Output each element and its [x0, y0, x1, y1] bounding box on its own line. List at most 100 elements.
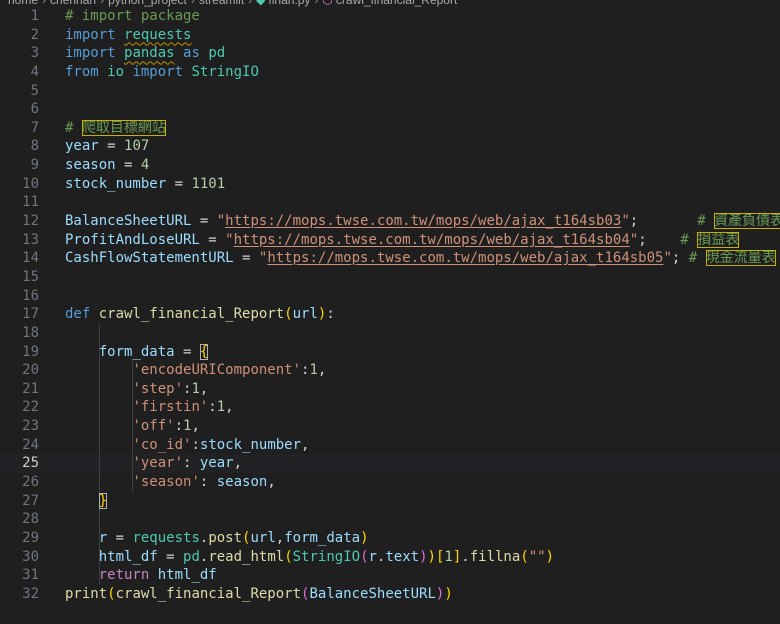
code-token: season — [65, 157, 116, 174]
breadcrumb-separator-icon: › — [190, 0, 195, 7]
code-line[interactable]: 23 'off':1, — [0, 417, 780, 436]
code-line[interactable]: 13 ProfitAndLoseURL = "https://mops.twse.… — [0, 231, 780, 250]
code-token: # — [688, 250, 706, 267]
code-text[interactable]: 'off':1, — [65, 417, 199, 436]
code-token: crawl_financial_Report — [98, 306, 285, 323]
code-text[interactable]: 'firstin':1, — [65, 398, 233, 417]
code-token: = — [233, 250, 259, 267]
code-token: " — [629, 231, 639, 248]
function-symbol-icon: ⬡ — [322, 0, 333, 7]
breadcrumb-item[interactable]: streamlit — [199, 0, 244, 7]
code-token: season — [216, 474, 268, 491]
code-text[interactable]: ProfitAndLoseURL = "https://mops.twse.co… — [65, 231, 740, 250]
code-text[interactable]: return html_df — [65, 566, 217, 585]
code-text[interactable]: html_df = pd.read_html(StringIO(r.text))… — [65, 548, 554, 567]
line-number: 2 — [30, 26, 39, 43]
code-text[interactable]: CashFlowStatementURL = "https://mops.tws… — [65, 249, 776, 268]
code-text[interactable]: 'year': year, — [65, 454, 242, 473]
code-token: 'co_id' — [132, 436, 192, 453]
code-token: 'off' — [132, 418, 175, 435]
breadcrumb-item[interactable]: crawl_financial_Report — [336, 0, 457, 7]
code-line[interactable]: 32 print(crawl_financial_Report(BalanceSh… — [0, 585, 780, 604]
code-text[interactable]: from io import StringIO — [65, 63, 259, 82]
breadcrumb-separator-icon: › — [314, 0, 319, 7]
code-text[interactable]: 'co_id':stock_number, — [65, 436, 309, 455]
code-token: : — [208, 399, 217, 416]
code-text[interactable]: print(crawl_financial_Report(BalanceShee… — [65, 585, 453, 604]
code-line[interactable]: 25 'year': year, — [0, 454, 780, 474]
code-text[interactable]: stock_number = 1101 — [65, 175, 225, 194]
code-line[interactable]: 5 — [0, 82, 780, 101]
code-token: = — [191, 213, 217, 230]
code-token: as — [183, 45, 200, 62]
code-text[interactable]: } — [65, 492, 108, 511]
code-text[interactable]: r = requests.post(url,form_data) — [65, 529, 369, 548]
code-token: ) — [419, 548, 428, 565]
code-line[interactable]: 14 CashFlowStatementURL = "https://mops.t… — [0, 249, 780, 268]
code-token: ( — [360, 548, 369, 565]
code-token: crawl_financial_Report — [115, 585, 302, 602]
code-token: . — [461, 548, 470, 565]
code-text[interactable]: form_data = { — [65, 343, 209, 362]
code-line[interactable]: 10 stock_number = 1101 — [0, 175, 780, 194]
code-line[interactable]: 19 form_data = { — [0, 342, 780, 362]
code-line[interactable]: 7 # 爬取目標網站 — [0, 119, 780, 138]
code-line[interactable]: 28 — [0, 510, 780, 529]
breadcrumb-separator-icon: › — [42, 0, 47, 7]
code-token: post — [208, 529, 243, 546]
code-line[interactable]: 17 def crawl_financial_Report(url): — [0, 305, 780, 324]
code-editor[interactable]: 1 # import package 2 import requests 3 import… — [0, 7, 780, 604]
code-line[interactable]: 2 import requests — [0, 26, 780, 45]
code-line[interactable]: 11 — [0, 193, 780, 212]
code-token: 1 — [191, 380, 200, 397]
code-text[interactable]: season = 4 — [65, 156, 149, 175]
code-line[interactable]: 8 year = 107 — [0, 137, 780, 156]
breadcrumb-item[interactable]: chenhan — [50, 0, 96, 7]
code-token: ; — [638, 231, 681, 248]
code-line[interactable]: 31 return html_df — [0, 566, 780, 585]
code-text[interactable]: def crawl_financial_Report(url): — [65, 305, 335, 324]
code-line[interactable]: 9 season = 4 — [0, 156, 780, 175]
code-line[interactable]: 30 html_df = pd.read_html(StringIO(r.tex… — [0, 547, 780, 567]
code-token: 'step' — [132, 380, 184, 397]
line-number: 10 — [22, 175, 39, 192]
code-text[interactable]: 'step':1, — [65, 380, 208, 399]
code-line[interactable]: 12 BalanceSheetURL = "https://mops.twse.c… — [0, 212, 780, 231]
code-line[interactable]: 26 'season': season, — [0, 473, 780, 492]
breadcrumb-item[interactable]: python_project — [108, 0, 187, 7]
code-line[interactable]: 21 'step':1, — [0, 379, 780, 399]
code-line[interactable]: 24 'co_id':stock_number, — [0, 435, 780, 455]
code-text[interactable]: BalanceSheetURL = "https://mops.twse.com… — [65, 212, 780, 231]
breadcrumb-item[interactable]: finan.py — [268, 0, 310, 7]
code-text[interactable]: # 爬取目標網站 — [65, 119, 166, 138]
line-number: 17 — [22, 306, 39, 323]
code-text[interactable]: import requests — [65, 26, 191, 45]
code-line[interactable]: 22 'firstin':1, — [0, 398, 780, 418]
code-text[interactable]: year = 107 — [65, 137, 149, 156]
code-line[interactable]: 27 } — [0, 491, 780, 511]
code-line[interactable]: 1 # import package — [0, 7, 780, 26]
code-token: # — [697, 213, 715, 230]
code-token: https://mops.twse.com.tw/mops/web/ajax_t… — [233, 231, 630, 248]
code-token: r — [368, 548, 377, 565]
code-text[interactable]: import pandas as pd — [65, 44, 225, 63]
code-line[interactable]: 3 import pandas as pd — [0, 44, 780, 63]
code-line[interactable]: 4 from io import StringIO — [0, 63, 780, 82]
code-line[interactable]: 6 — [0, 100, 780, 119]
code-line[interactable]: 15 — [0, 268, 780, 287]
code-line[interactable]: 16 — [0, 287, 780, 306]
code-text[interactable]: # import package — [65, 7, 200, 26]
code-line[interactable]: 29 r = requests.post(url,form_data) — [0, 528, 780, 548]
code-token: ) — [427, 548, 436, 565]
code-line[interactable]: 18 — [0, 323, 780, 343]
code-line[interactable]: 20 'encodeURIComponent':1, — [0, 361, 780, 380]
code-token: https://mops.twse.com.tw/mops/web/ajax_t… — [267, 250, 664, 267]
code-token: # — [65, 119, 82, 136]
code-text[interactable]: 'encodeURIComponent':1, — [65, 361, 326, 380]
breadcrumb-item[interactable]: home — [8, 0, 38, 7]
code-text[interactable]: 'season': season, — [65, 473, 275, 492]
code-token: def — [65, 306, 91, 323]
